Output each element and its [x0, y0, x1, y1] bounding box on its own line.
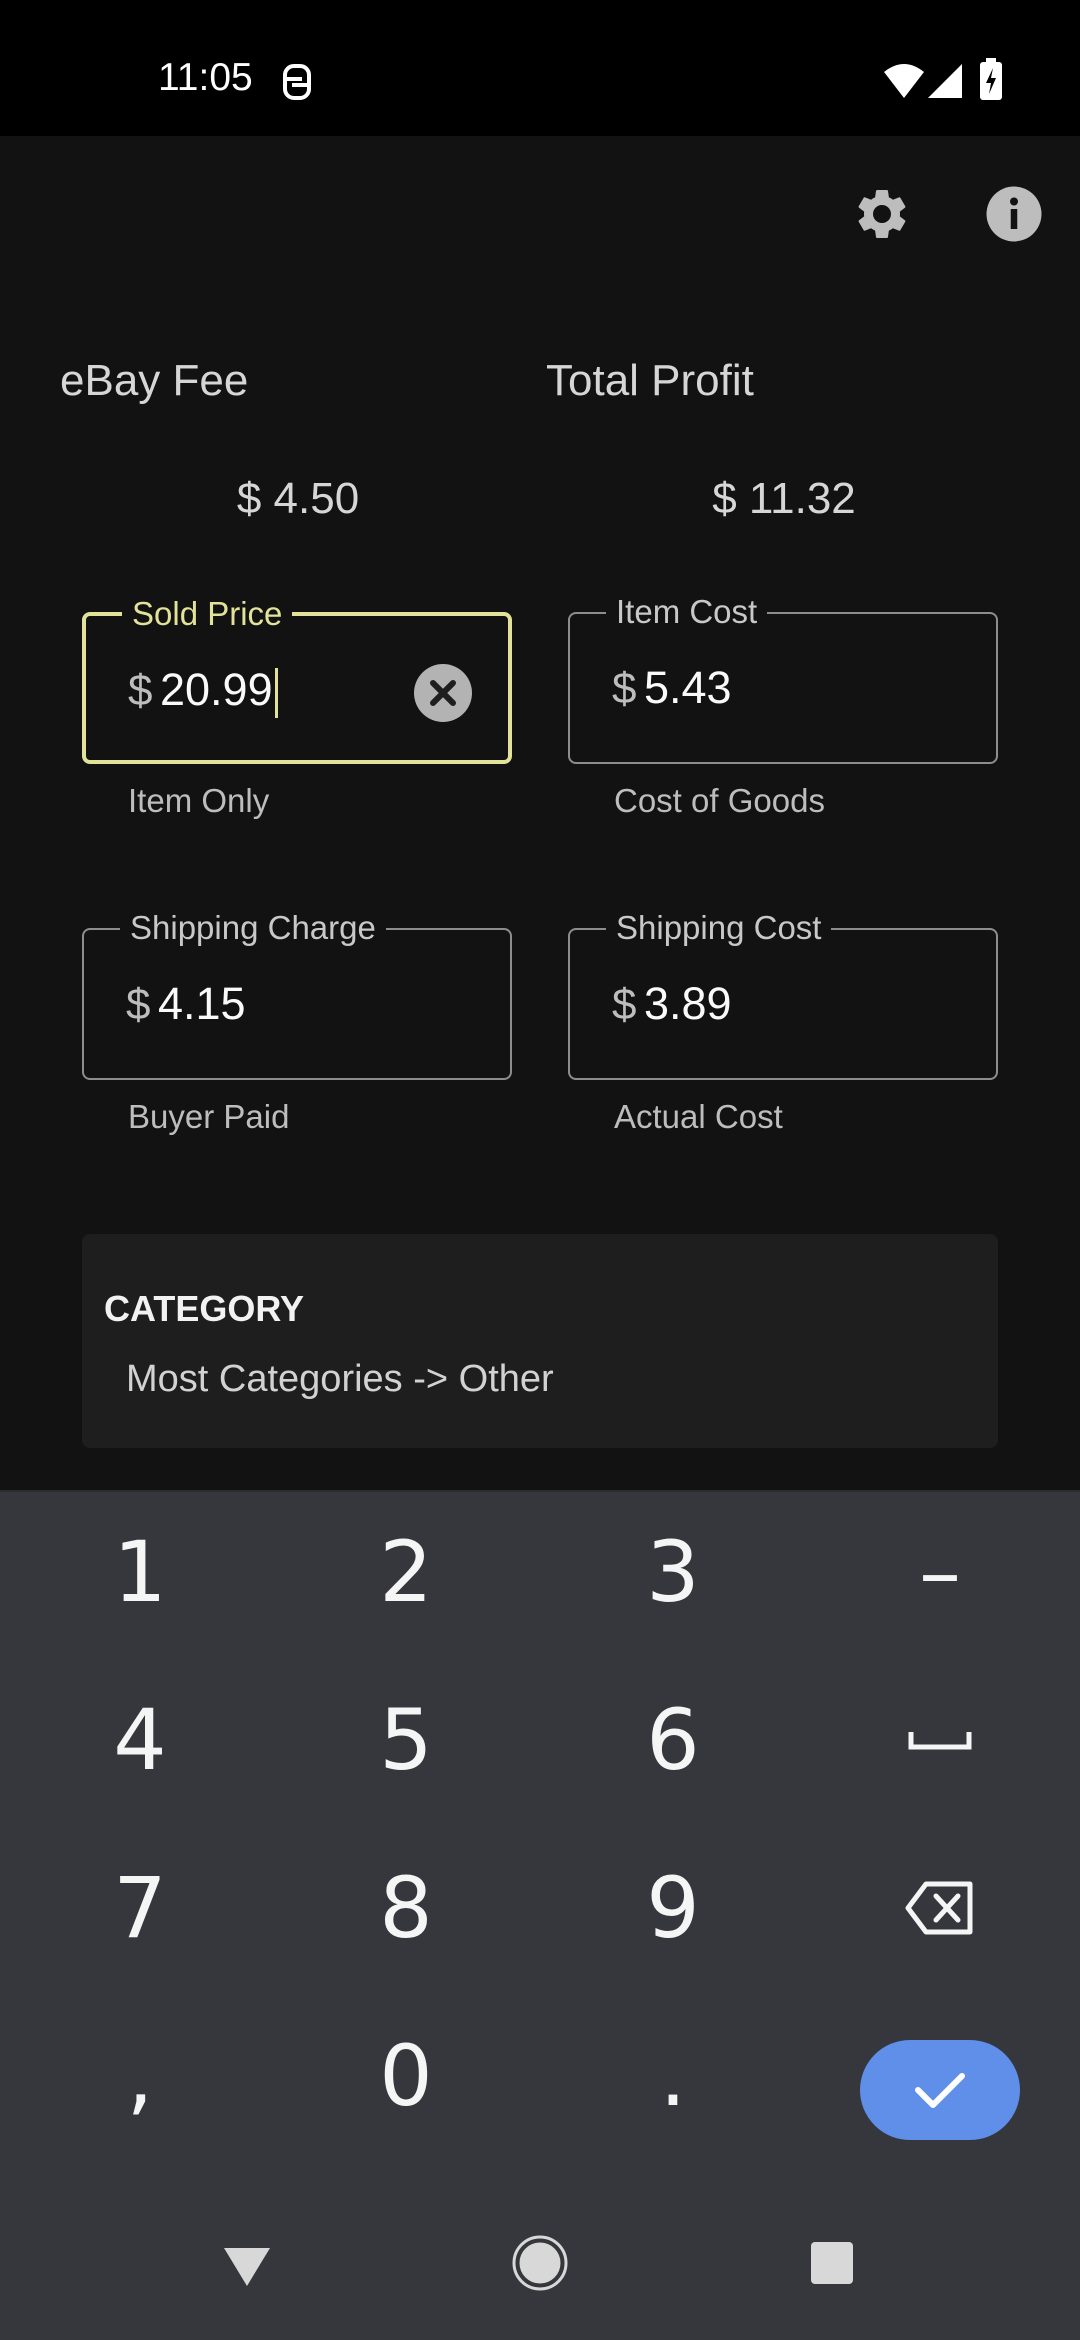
key-4[interactable]: 4 [30, 1660, 250, 1820]
shipping-cost-field[interactable]: Shipping Cost $ 3.89 [568, 908, 998, 1080]
ebay-fee-value: $ 4.50 [236, 474, 360, 523]
key-comma[interactable]: , [30, 1996, 250, 2156]
info-icon[interactable] [984, 184, 1044, 244]
currency-prefix: $ [126, 980, 151, 1029]
item-cost-field[interactable]: Item Cost $ 5.43 [568, 592, 998, 764]
check-icon [915, 2073, 965, 2108]
recents-square-icon[interactable] [797, 2228, 867, 2298]
gear-icon[interactable] [852, 184, 912, 244]
wifi-icon [884, 64, 924, 98]
key-0[interactable]: 0 [296, 1996, 516, 2156]
shipping-charge-input[interactable]: 4.15 [158, 978, 408, 1030]
signal-icon [928, 64, 962, 98]
shipping-cost-label: Shipping Cost [606, 908, 832, 948]
done-key[interactable] [860, 2040, 1020, 2140]
clear-icon[interactable] [414, 664, 472, 722]
backspace-icon [905, 1881, 973, 1935]
key-minus[interactable]: – [830, 1492, 1050, 1652]
category-title: CATEGORY [104, 1288, 305, 1329]
sold-price-helper: Item Only [128, 782, 270, 819]
battery-charging-icon [980, 58, 1002, 100]
item-cost-helper: Cost of Goods [614, 782, 825, 819]
sold-price-label: Sold Price [122, 594, 293, 634]
back-triangle-icon[interactable] [212, 2228, 282, 2298]
currency-prefix: $ [128, 666, 153, 715]
shipping-charge-helper: Buyer Paid [128, 1098, 290, 1135]
status-clock: 11:05 [158, 56, 253, 99]
numeric-keyboard: 1 2 3 – 4 5 6 7 8 9 , 0 . [0, 1490, 1080, 2190]
key-2[interactable]: 2 [296, 1492, 516, 1652]
key-period[interactable]: . [563, 1996, 783, 2156]
item-cost-label: Item Cost [606, 592, 768, 632]
sold-price-value: 20.99 [160, 664, 273, 715]
sold-price-field[interactable]: Sold Price $ 20.99 [82, 594, 512, 764]
sold-price-input[interactable]: 20.99 [160, 664, 410, 719]
currency-prefix: $ [612, 980, 637, 1029]
total-profit-value: $ 11.32 [712, 474, 856, 523]
key-backspace[interactable] [830, 1828, 1050, 1988]
shipping-charge-label: Shipping Charge [120, 908, 386, 948]
key-space[interactable] [830, 1660, 1050, 1820]
key-7[interactable]: 7 [30, 1828, 250, 1988]
key-3[interactable]: 3 [563, 1492, 783, 1652]
key-9[interactable]: 9 [563, 1828, 783, 1988]
space-icon [908, 1732, 972, 1750]
key-8[interactable]: 8 [296, 1828, 516, 1988]
shipping-charge-field[interactable]: Shipping Charge $ 4.15 [82, 908, 512, 1080]
key-6[interactable]: 6 [563, 1660, 783, 1820]
key-1[interactable]: 1 [30, 1492, 250, 1652]
navigation-bar [0, 2190, 1080, 2340]
item-cost-input[interactable]: 5.43 [644, 662, 894, 714]
ebay-fee-label: eBay Fee [60, 356, 249, 405]
total-profit-label: Total Profit [546, 356, 754, 405]
shipping-cost-input[interactable]: 3.89 [644, 978, 894, 1030]
shipping-cost-helper: Actual Cost [614, 1098, 783, 1135]
category-value: Most Categories -> Other [126, 1358, 554, 1400]
text-cursor [274, 668, 278, 719]
key-5[interactable]: 5 [296, 1660, 516, 1820]
nfc-icon [283, 64, 311, 100]
category-selector[interactable]: CATEGORY Most Categories -> Other [82, 1234, 998, 1448]
currency-prefix: $ [612, 664, 637, 713]
home-circle-icon[interactable] [505, 2228, 575, 2298]
